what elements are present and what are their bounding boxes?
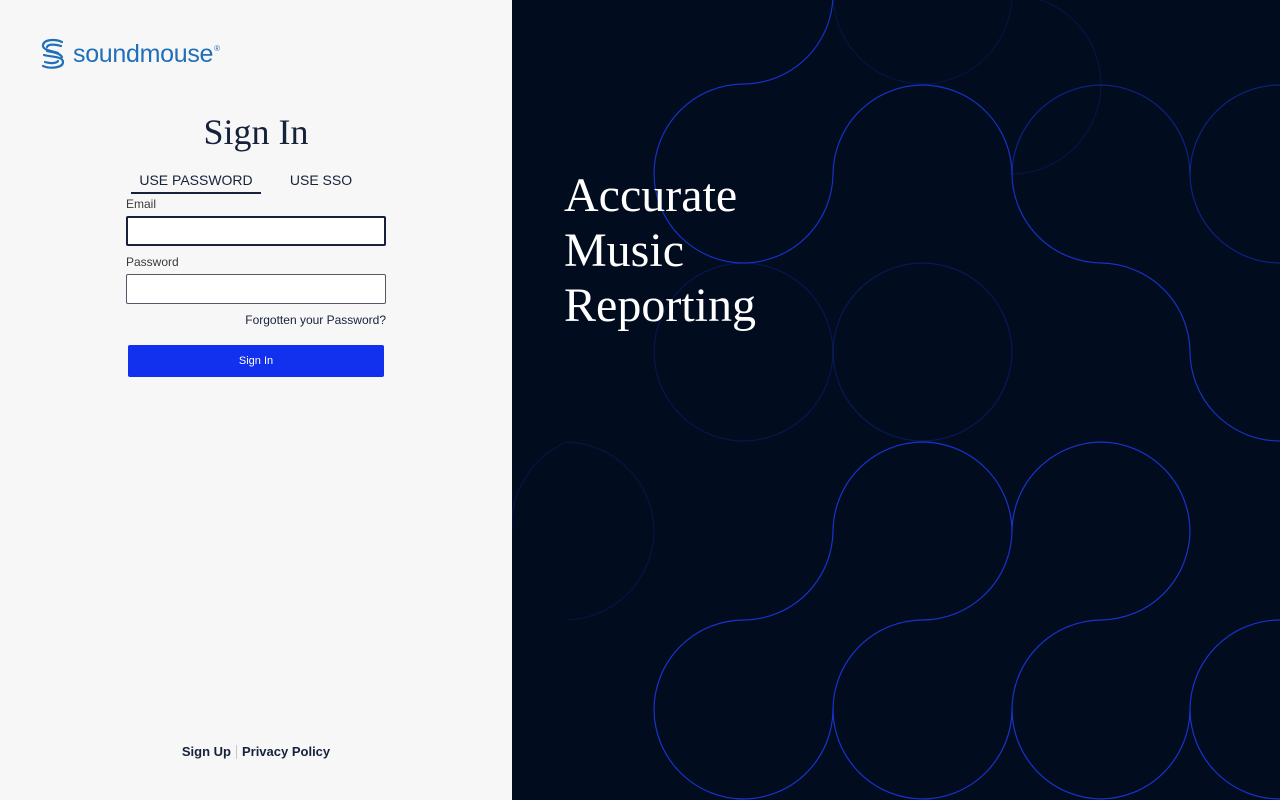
email-label: Email <box>126 197 157 211</box>
footer-links: Sign Up Privacy Policy <box>0 743 512 761</box>
footer-divider <box>235 745 237 759</box>
tab-use-password[interactable]: USE PASSWORD <box>131 166 261 194</box>
sign-in-page: soundmouse ® Sign In USE PASSWORD USE SSO… <box>0 0 1280 800</box>
brand-name: soundmouse <box>73 40 214 68</box>
background-wave-pattern <box>512 0 1280 800</box>
hero-tagline: Accurate Music Reporting <box>564 168 756 333</box>
sign-in-panel: soundmouse ® Sign In USE PASSWORD USE SSO… <box>0 0 512 800</box>
registered-mark: ® <box>214 43 221 53</box>
brand-logo[interactable]: soundmouse ® <box>40 38 220 70</box>
tagline-line-2: Music <box>564 224 684 277</box>
forgot-password-link[interactable]: Forgotten your Password? <box>245 312 386 328</box>
page-title: Sign In <box>203 112 309 152</box>
sign-up-link[interactable]: Sign Up <box>182 743 231 761</box>
email-field[interactable] <box>126 216 386 246</box>
soundmouse-logo-icon <box>41 38 65 69</box>
password-label: Password <box>126 255 179 269</box>
sign-in-button[interactable]: Sign In <box>128 345 384 377</box>
tagline-line-1: Accurate <box>564 169 738 222</box>
tagline-line-3: Reporting <box>564 279 756 332</box>
password-field[interactable] <box>126 274 386 304</box>
login-method-tabs: USE PASSWORD USE SSO <box>131 166 381 194</box>
privacy-policy-link[interactable]: Privacy Policy <box>242 743 330 761</box>
tab-use-sso[interactable]: USE SSO <box>261 166 381 194</box>
hero-panel: Accurate Music Reporting <box>512 0 1280 800</box>
